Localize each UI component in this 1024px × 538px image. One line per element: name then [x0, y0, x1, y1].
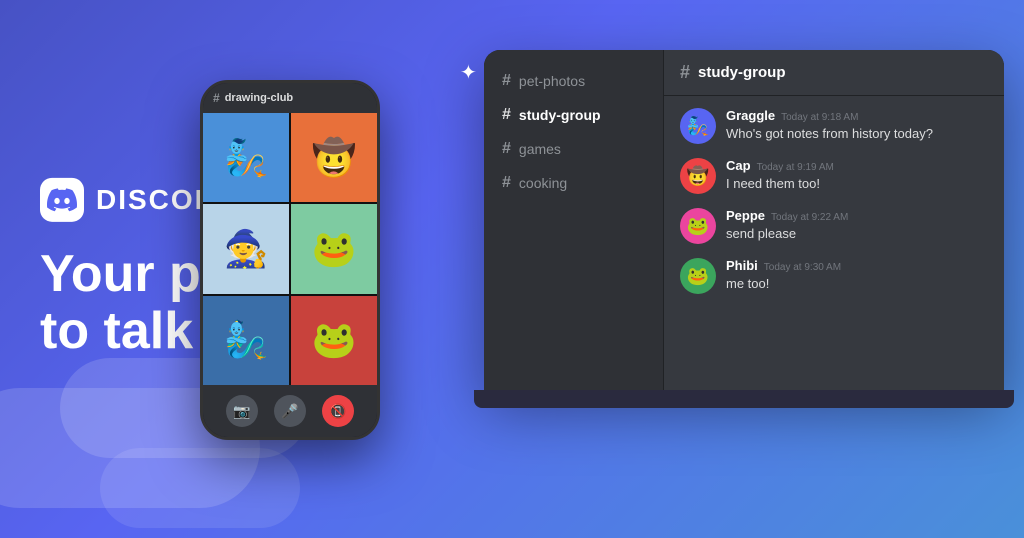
- channel-hash-icon-4: #: [502, 174, 511, 192]
- chat-area: # study-group 🧞 Graggle Today at 9:18 AM…: [664, 50, 1004, 390]
- laptop-screen: # pet-photos # study-group # games # coo…: [484, 50, 1004, 390]
- phone-channel-header: # drawing-club: [203, 83, 377, 113]
- channel-hash-icon-3: #: [502, 140, 511, 158]
- video-cell-2: 🤠: [291, 113, 377, 202]
- channel-name-games: games: [519, 141, 561, 157]
- end-call-icon: 📵: [329, 403, 346, 420]
- username-graggle: Graggle: [726, 108, 775, 123]
- message-header-peppe: Peppe Today at 9:22 AM: [726, 208, 988, 223]
- channel-hash-icon: #: [502, 72, 511, 90]
- message-header-graggle: Graggle Today at 9:18 AM: [726, 108, 988, 123]
- channel-name-pet-photos: pet-photos: [519, 73, 585, 89]
- messages-list: 🧞 Graggle Today at 9:18 AM Who's got not…: [664, 96, 1004, 390]
- avatar-phibi: 🐸: [680, 258, 716, 294]
- phone-hash-icon: #: [213, 91, 220, 105]
- phone-device: # drawing-club 🧞 🤠 🧙 🐸 🧞‍♂️ 🐸 📷 🎤: [200, 80, 380, 440]
- username-cap: Cap: [726, 158, 751, 173]
- laptop-body: # pet-photos # study-group # games # coo…: [484, 50, 1004, 390]
- message-content-peppe: Peppe Today at 9:22 AM send please: [726, 208, 988, 243]
- message-text-peppe: send please: [726, 225, 988, 243]
- chat-channel-title: study-group: [698, 64, 786, 81]
- video-cell-1: 🧞: [203, 113, 289, 202]
- message-header-phibi: Phibi Today at 9:30 AM: [726, 258, 988, 273]
- message-content-phibi: Phibi Today at 9:30 AM me too!: [726, 258, 988, 293]
- laptop-base: [474, 390, 1014, 408]
- message-content-cap: Cap Today at 9:19 AM I need them too!: [726, 158, 988, 193]
- video-cell-3: 🧙: [203, 204, 289, 293]
- discord-logo-svg: [47, 185, 77, 215]
- message-phibi: 🐸 Phibi Today at 9:30 AM me too!: [680, 258, 988, 294]
- chat-header: # study-group: [664, 50, 1004, 96]
- camera-button[interactable]: 📷: [226, 395, 258, 427]
- channel-name-study-group: study-group: [519, 107, 601, 123]
- star-decoration: ✦: [460, 60, 477, 85]
- channel-name-cooking: cooking: [519, 175, 567, 191]
- channel-games[interactable]: # games: [490, 134, 657, 164]
- message-cap: 🤠 Cap Today at 9:19 AM I need them too!: [680, 158, 988, 194]
- timestamp-graggle: Today at 9:18 AM: [781, 112, 858, 123]
- channel-sidebar: # pet-photos # study-group # games # coo…: [484, 50, 664, 390]
- timestamp-peppe: Today at 9:22 AM: [771, 212, 848, 223]
- channel-pet-photos[interactable]: # pet-photos: [490, 66, 657, 96]
- camera-icon: 📷: [233, 403, 250, 420]
- username-phibi: Phibi: [726, 258, 758, 273]
- avatar-graggle: 🧞: [680, 108, 716, 144]
- message-content-graggle: Graggle Today at 9:18 AM Who's got notes…: [726, 108, 988, 143]
- username-peppe: Peppe: [726, 208, 765, 223]
- mic-icon: 🎤: [281, 403, 298, 420]
- laptop-device: # pet-photos # study-group # games # coo…: [484, 50, 1004, 410]
- mute-button[interactable]: 🎤: [274, 395, 306, 427]
- phone-body: # drawing-club 🧞 🤠 🧙 🐸 🧞‍♂️ 🐸 📷 🎤: [200, 80, 380, 440]
- message-header-cap: Cap Today at 9:19 AM: [726, 158, 988, 173]
- channel-hash-icon-2: #: [502, 106, 511, 124]
- video-cell-5: 🧞‍♂️: [203, 296, 289, 385]
- message-text-cap: I need them too!: [726, 175, 988, 193]
- discord-icon-box: [40, 178, 84, 222]
- timestamp-cap: Today at 9:19 AM: [757, 162, 834, 173]
- channel-study-group[interactable]: # study-group: [490, 100, 657, 130]
- chat-header-hash: #: [680, 62, 690, 83]
- phone-call-controls[interactable]: 📷 🎤 📵: [203, 385, 377, 437]
- avatar-cap: 🤠: [680, 158, 716, 194]
- phone-channel-name: drawing-club: [225, 92, 293, 104]
- channel-cooking[interactable]: # cooking: [490, 168, 657, 198]
- phone-screen: # drawing-club 🧞 🤠 🧙 🐸 🧞‍♂️ 🐸 📷 🎤: [203, 83, 377, 437]
- end-call-button[interactable]: 📵: [322, 395, 354, 427]
- video-cell-4: 🐸: [291, 204, 377, 293]
- message-peppe: 🐸 Peppe Today at 9:22 AM send please: [680, 208, 988, 244]
- timestamp-phibi: Today at 9:30 AM: [764, 262, 841, 273]
- message-text-graggle: Who's got notes from history today?: [726, 125, 988, 143]
- avatar-peppe: 🐸: [680, 208, 716, 244]
- message-graggle: 🧞 Graggle Today at 9:18 AM Who's got not…: [680, 108, 988, 144]
- cloud-3: [100, 448, 300, 528]
- video-call-grid: 🧞 🤠 🧙 🐸 🧞‍♂️ 🐸: [203, 113, 377, 385]
- video-cell-6: 🐸: [291, 296, 377, 385]
- message-text-phibi: me too!: [726, 275, 988, 293]
